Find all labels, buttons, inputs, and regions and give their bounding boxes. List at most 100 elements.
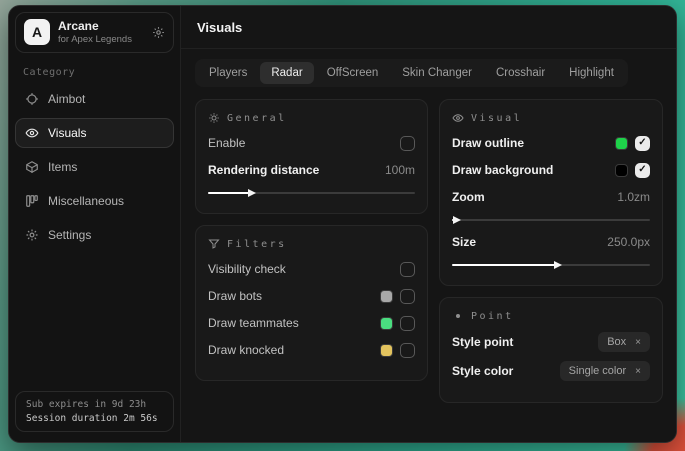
rendering-distance-value: 100m [385,163,415,177]
sidebar-nav: Aimbot Visuals Items [15,84,174,250]
draw-teammates-label: Draw teammates [208,316,299,330]
sidebar-item-aimbot[interactable]: Aimbot [15,84,174,114]
zoom-row: Zoom 1.0zm [452,188,650,206]
sidebar-item-label: Items [48,160,77,174]
draw-background-row: Draw background [452,161,650,179]
sidebar-item-items[interactable]: Items [15,152,174,182]
crosshair-icon [25,92,39,106]
draw-bots-row: Draw bots [208,287,415,305]
style-color-value: Single color [569,365,626,377]
zoom-value: 1.0zm [617,190,650,204]
enable-checkbox[interactable] [400,136,415,151]
tab-bar: Players Radar OffScreen Skin Changer Cro… [195,59,628,87]
visual-card: Visual Draw outline Draw background [439,99,663,286]
draw-background-checkbox[interactable] [635,163,650,178]
enable-label: Enable [208,136,245,150]
draw-knocked-checkbox[interactable] [400,343,415,358]
category-label: Category [23,67,166,78]
section-title-visual: Visual [471,113,522,124]
sidebar: A Arcane for Apex Legends Category [9,6,181,442]
package-icon [25,160,39,174]
draw-knocked-row: Draw knocked [208,341,415,359]
sidebar-item-miscellaneous[interactable]: Miscellaneous [15,186,174,216]
sidebar-item-visuals[interactable]: Visuals [15,118,174,148]
visibility-check-checkbox[interactable] [400,262,415,277]
app-logo: A [24,19,50,45]
general-card: General Enable Rendering distance 100m [195,99,428,214]
size-label: Size [452,235,476,249]
draw-outline-checkbox[interactable] [635,136,650,151]
tab-offscreen[interactable]: OffScreen [316,62,390,84]
app-subtitle: for Apex Legends [58,34,132,46]
page-title: Visuals [197,20,242,35]
section-title-filters: Filters [227,239,287,250]
close-icon[interactable]: × [635,366,641,377]
draw-outline-label: Draw outline [452,136,524,150]
session-duration-text: Session duration 2m 56s [26,413,163,424]
draw-bots-label: Draw bots [208,289,262,303]
enable-row: Enable [208,134,415,152]
rendering-distance-slider[interactable] [208,188,415,197]
draw-teammates-color-swatch[interactable] [380,317,393,330]
draw-outline-color-swatch[interactable] [615,137,628,150]
sidebar-item-label: Aimbot [48,92,85,106]
style-color-label: Style color [452,364,513,378]
sidebar-item-settings[interactable]: Settings [15,220,174,250]
filters-card: Filters Visibility check Draw bots [195,225,428,381]
draw-bots-checkbox[interactable] [400,289,415,304]
settings-gear-icon[interactable] [152,26,165,39]
sub-expires-text: Sub expires in 9d 23h [26,399,163,410]
style-color-row: Style color Single color × [452,361,650,381]
style-point-select[interactable]: Box × [598,332,650,352]
close-icon[interactable]: × [635,337,641,348]
section-title-point: Point [471,311,514,322]
draw-knocked-label: Draw knocked [208,343,284,357]
gear-icon [25,228,39,242]
zoom-slider[interactable] [452,215,650,224]
rendering-distance-label: Rendering distance [208,163,319,177]
draw-knocked-color-swatch[interactable] [380,344,393,357]
main-panel: Visuals Players Radar OffScreen Skin Cha… [181,6,677,442]
size-row: Size 250.0px [452,233,650,251]
funnel-icon [208,238,220,250]
draw-bots-color-swatch[interactable] [380,290,393,303]
size-slider[interactable] [452,260,650,269]
style-color-select[interactable]: Single color × [560,361,650,381]
draw-outline-row: Draw outline [452,134,650,152]
style-point-label: Style point [452,335,513,349]
app-window: A Arcane for Apex Legends Category [8,5,677,443]
main-header: Visuals [181,6,677,49]
sidebar-item-label: Visuals [48,126,86,140]
tab-crosshair[interactable]: Crosshair [485,62,556,84]
eye-icon [452,112,464,124]
sun-gear-icon [208,112,220,124]
zoom-label: Zoom [452,190,485,204]
visibility-check-row: Visibility check [208,260,415,278]
tab-players[interactable]: Players [198,62,258,84]
tab-skin-changer[interactable]: Skin Changer [391,62,483,84]
draw-background-label: Draw background [452,163,553,177]
columns-icon [25,194,39,208]
rendering-distance-row: Rendering distance 100m [208,161,415,179]
slider-thumb[interactable] [554,261,562,269]
sidebar-item-label: Miscellaneous [48,194,124,208]
style-point-row: Style point Box × [452,332,650,352]
tab-radar[interactable]: Radar [260,62,313,84]
point-card: Point Style point Box × Style color [439,297,663,403]
style-point-value: Box [607,336,626,348]
size-value: 250.0px [607,235,650,249]
draw-background-color-swatch[interactable] [615,164,628,177]
dot-icon [452,310,464,322]
visibility-check-label: Visibility check [208,262,286,276]
tab-highlight[interactable]: Highlight [558,62,625,84]
draw-teammates-checkbox[interactable] [400,316,415,331]
draw-teammates-row: Draw teammates [208,314,415,332]
section-title-general: General [227,113,287,124]
slider-thumb[interactable] [248,189,256,197]
app-title: Arcane [58,19,132,34]
eye-icon [25,126,39,140]
sidebar-item-label: Settings [48,228,91,242]
brand-card: A Arcane for Apex Legends [15,12,174,53]
subscription-card: Sub expires in 9d 23h Session duration 2… [15,391,174,432]
slider-thumb[interactable] [453,216,461,224]
